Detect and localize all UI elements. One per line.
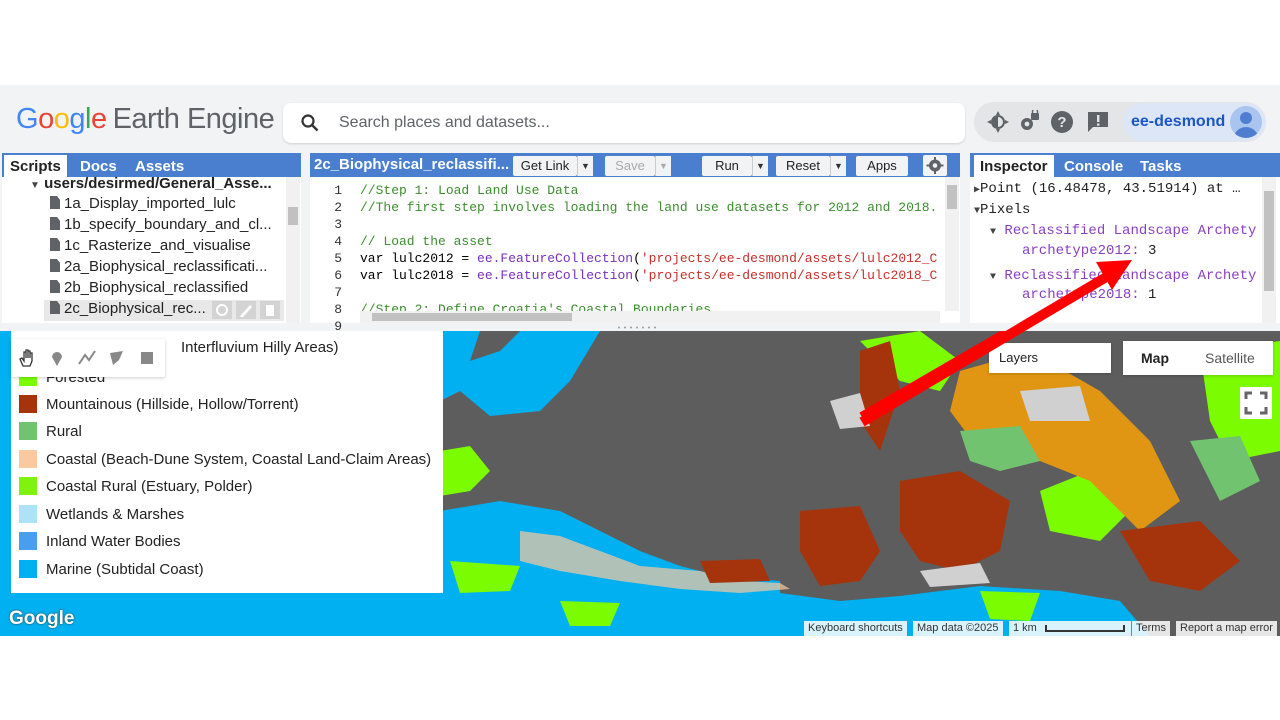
annotation-arrow-overlay <box>859 260 1132 427</box>
